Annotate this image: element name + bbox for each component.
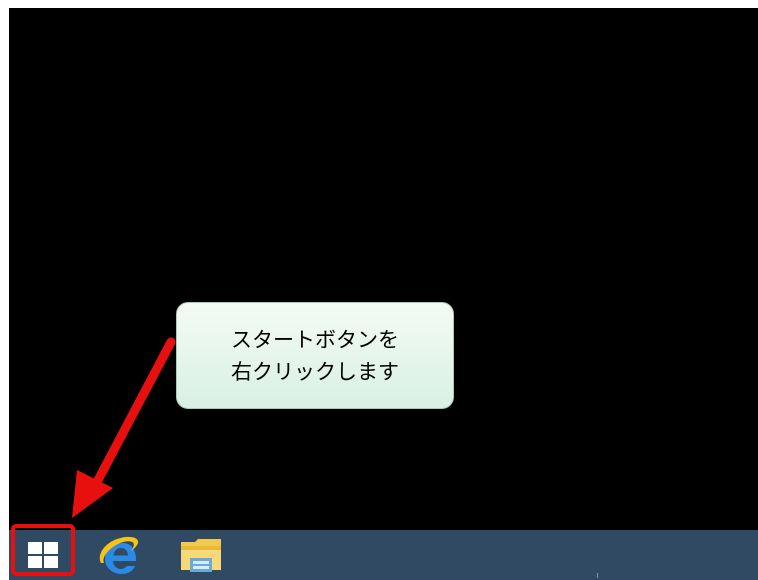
- instruction-callout: スタートボタンを 右クリックします: [176, 302, 454, 409]
- taskbar: [9, 530, 758, 580]
- pointer-arrow: [72, 337, 176, 518]
- file-explorer-icon: [181, 539, 221, 572]
- internet-explorer-icon: [99, 536, 139, 574]
- callout-line-1: スタートボタンを: [231, 327, 399, 352]
- desktop-screenshot: スタートボタンを 右クリックします: [9, 8, 758, 580]
- internet-explorer-button[interactable]: [89, 530, 147, 580]
- callout-line-2: 右クリックします: [231, 359, 399, 384]
- taskbar-marker: [597, 573, 598, 578]
- start-button-highlight: [11, 524, 75, 576]
- file-explorer-button[interactable]: [172, 530, 230, 580]
